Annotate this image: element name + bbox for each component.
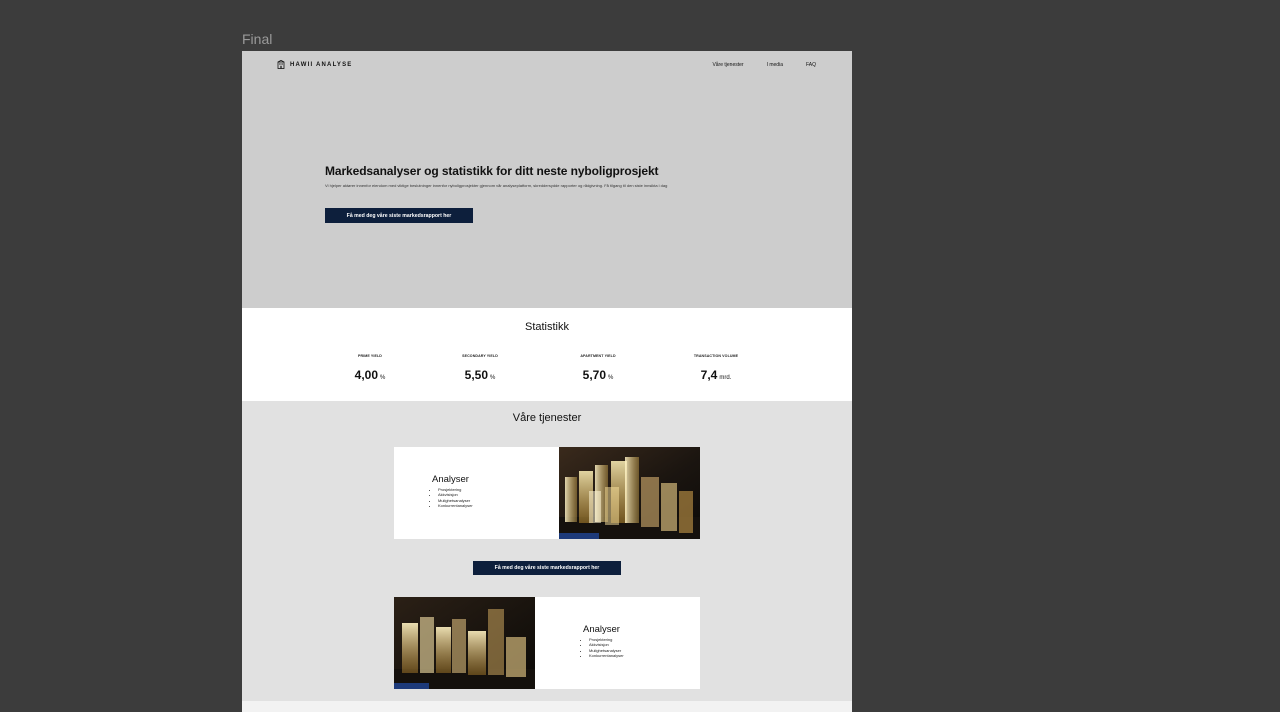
nav-link-tjenester[interactable]: Våre tjenester [712, 62, 743, 68]
stat-label: APARTMENT YIELD [580, 354, 616, 358]
glass-blocks-image [559, 447, 700, 539]
nav-link-media[interactable]: I media [767, 62, 783, 68]
frame-label: Final [242, 31, 273, 47]
logo-text: HAWII ANALYSE [290, 61, 353, 68]
hero-title: Markedsanalyser og statistikk for ditt n… [325, 164, 659, 178]
services-title: Våre tjenester [512, 412, 582, 424]
stats-title: Statistikk [524, 321, 569, 333]
stat-unit: % [608, 375, 614, 381]
stat-secondary-yield: SECONDARY YIELD 5,50% [435, 354, 525, 384]
stat-label: TRANSACTION VOLUME [693, 354, 739, 358]
stat-value: 5,50 [464, 368, 488, 382]
service-card-2[interactable]: Analyser Prosjektering Akkvisisjon Mulig… [394, 597, 700, 689]
stat-value: 7,4 [700, 368, 718, 382]
building-icon [277, 60, 285, 69]
stat-value: 5,70 [582, 368, 606, 382]
stat-apartment-yield: APARTMENT YIELD 5,70% [553, 354, 643, 384]
card-text: Analyser Prosjektering Akkvisisjon Mulig… [394, 447, 554, 539]
stat-value: 4,00 [354, 368, 378, 382]
hero-subtitle: Vi hjelper aktører innenfor eiendom med … [325, 183, 668, 188]
list-item: Konkurrentanalyser [589, 653, 624, 658]
card-heading: Analyser [583, 624, 620, 635]
services-cta-button[interactable]: Få med deg våre siste markedsrapport her [473, 561, 621, 575]
service-card-1[interactable]: Analyser Prosjektering Akkvisisjon Mulig… [394, 447, 700, 539]
nav-link-faq[interactable]: FAQ [806, 62, 816, 68]
stat-unit: mrd. [719, 375, 732, 381]
list-item: Konkurrentanalyser [438, 503, 473, 508]
stat-label: SECONDARY YIELD [462, 354, 498, 358]
card-text: Analyser Prosjektering Akkvisisjon Mulig… [540, 597, 700, 689]
stats-section: Statistikk PRIME YIELD 4,00% SECONDARY Y… [242, 308, 852, 401]
main-nav: Våre tjenester I media FAQ [712, 62, 816, 68]
footer-band [242, 701, 852, 712]
card-list: Prosjektering Akkvisisjon Mulighetsanaly… [432, 487, 473, 509]
stat-value-row: 7,4 mrd. [671, 366, 761, 384]
stat-unit: % [380, 375, 386, 381]
stat-value-row: 4,00% [325, 366, 415, 384]
services-section: Våre tjenester Analyser Prosjektering Ak… [242, 401, 852, 701]
stat-unit: % [490, 375, 496, 381]
artboard-final: HAWII ANALYSE Våre tjenester I media FAQ… [242, 51, 852, 712]
stat-value-row: 5,50% [435, 366, 525, 384]
stat-label: PRIME YIELD [358, 354, 382, 358]
stat-transaction-volume: TRANSACTION VOLUME 7,4 mrd. [671, 354, 761, 384]
hero-section: HAWII ANALYSE Våre tjenester I media FAQ… [242, 51, 852, 308]
card-list: Prosjektering Akkvisisjon Mulighetsanaly… [583, 637, 624, 659]
stat-value-row: 5,70% [553, 366, 643, 384]
hero-cta-button[interactable]: Få med deg våre siste markedsrapport her [325, 208, 473, 223]
card-heading: Analyser [432, 474, 469, 485]
stat-prime-yield: PRIME YIELD 4,00% [325, 354, 415, 384]
logo[interactable]: HAWII ANALYSE [277, 60, 353, 69]
glass-blocks-image [394, 597, 535, 689]
